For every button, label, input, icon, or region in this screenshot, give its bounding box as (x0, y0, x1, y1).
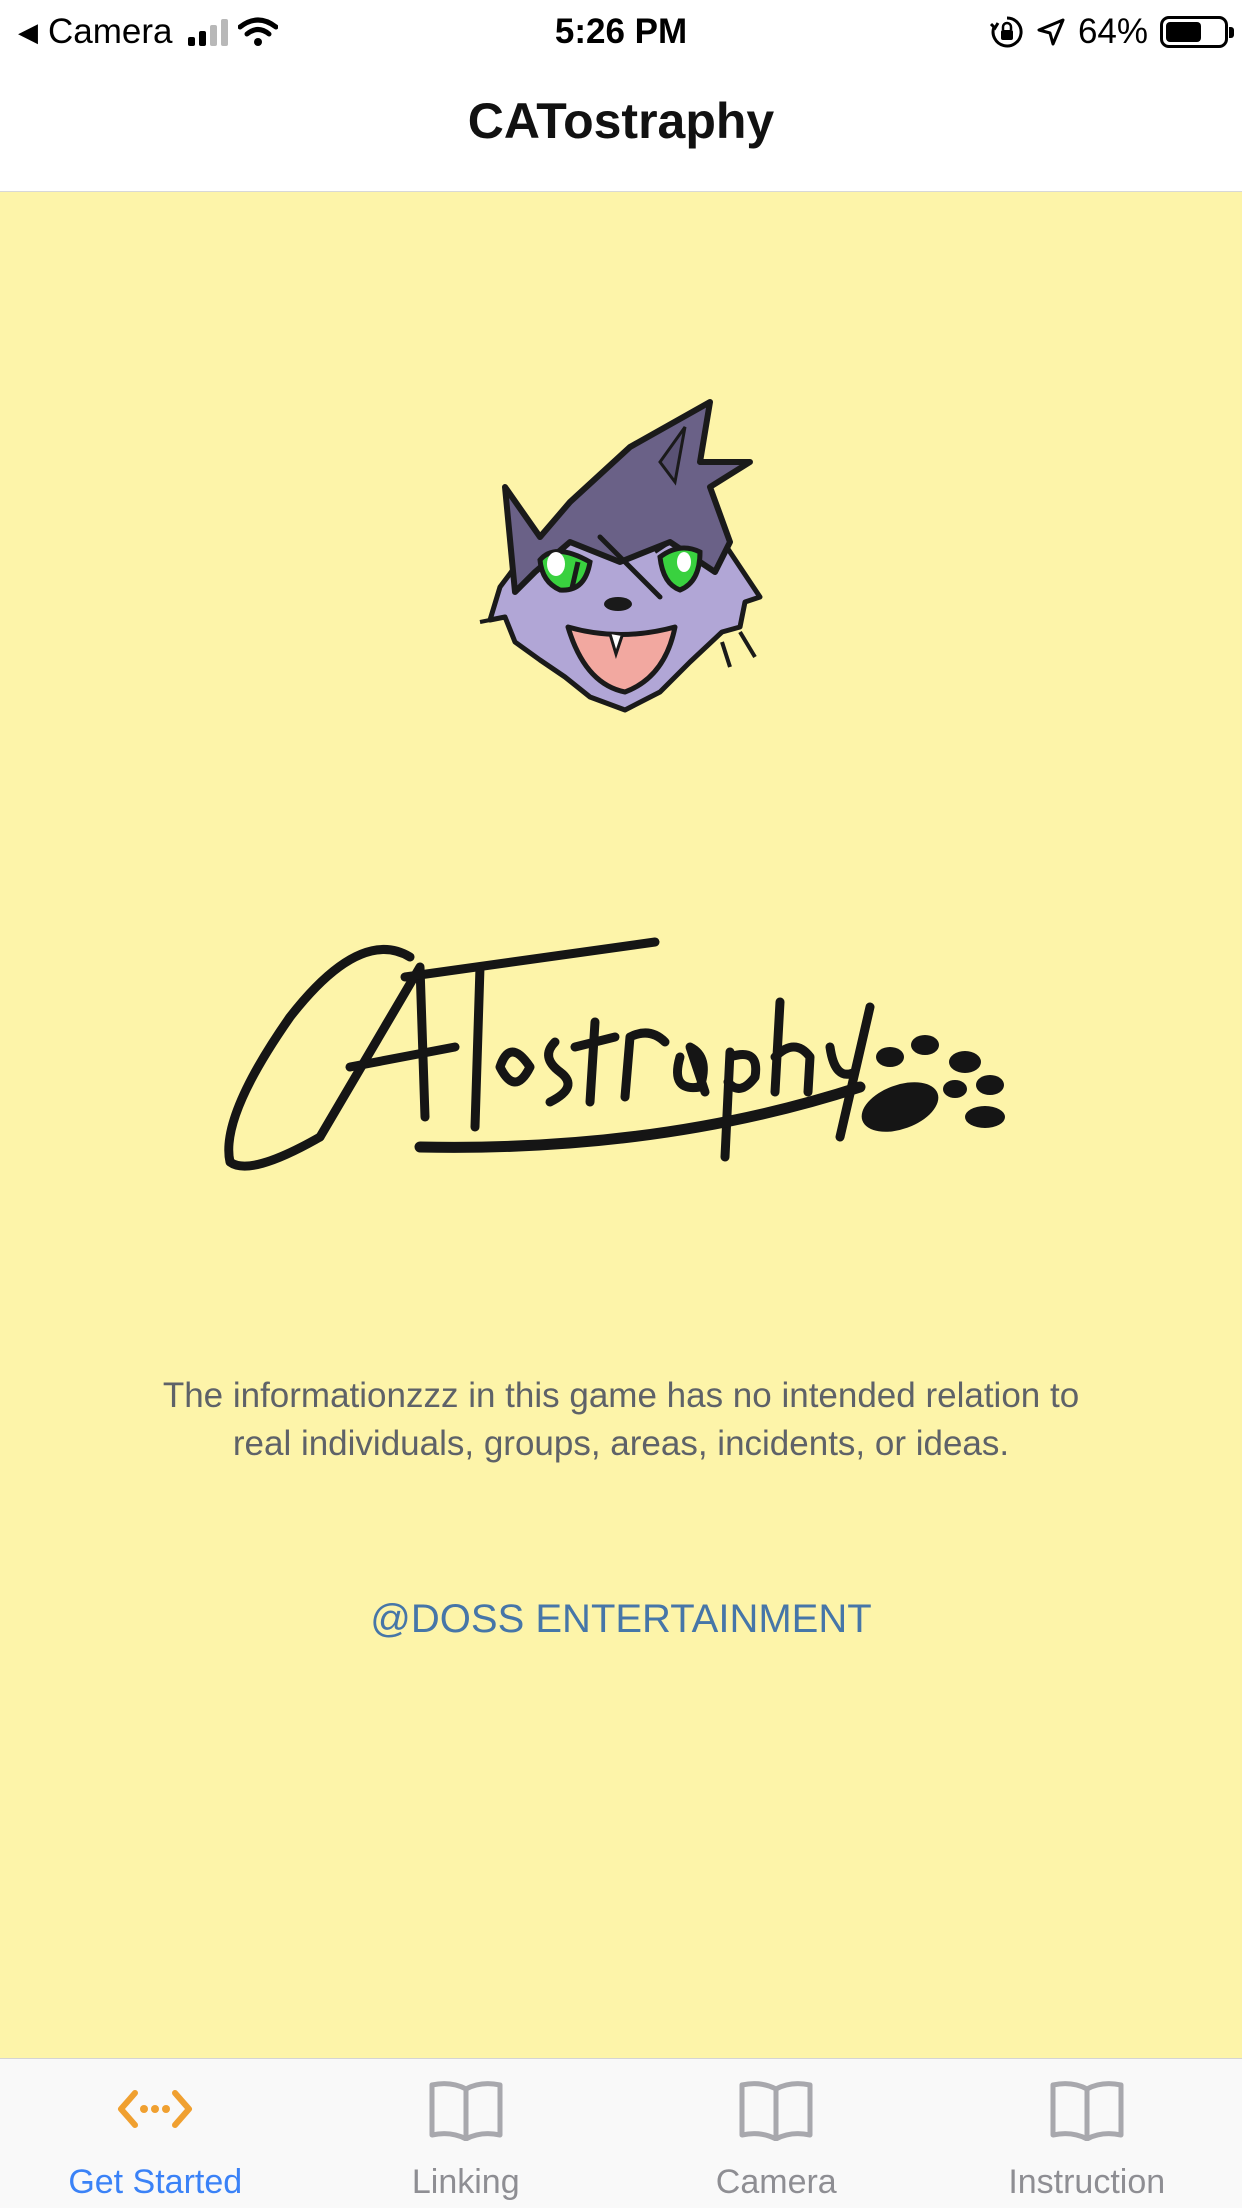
tab-bar: Get Started Linking Camera Instruction (0, 2058, 1242, 2208)
status-bar: ◀ Camera 5:26 PM 64% (0, 0, 1242, 62)
orientation-lock-icon (989, 16, 1023, 48)
tab-linking[interactable]: Linking (311, 2059, 622, 2208)
book-icon (429, 2081, 503, 2141)
book-icon (1050, 2081, 1124, 2141)
credit-link[interactable]: @DOSS ENTERTAINMENT (0, 1597, 1242, 1642)
location-arrow-icon (1037, 18, 1065, 46)
cat-mascot-image (479, 399, 763, 713)
tab-camera[interactable]: Camera (621, 2059, 932, 2208)
tab-get-started[interactable]: Get Started (0, 2059, 311, 2208)
disclaimer-text: The informationzzz in this game has no i… (162, 1376, 1080, 1463)
battery-percent: 64% (1077, 12, 1148, 51)
catostraphy-logo-image (224, 937, 1005, 1171)
main-content: The informationzzz in this game has no i… (0, 192, 1242, 2058)
tab-label: Linking (411, 2163, 520, 2201)
code-arrows-icon (118, 2090, 193, 2128)
tab-label: Camera (715, 2163, 837, 2201)
tab-label: Get Started (68, 2163, 243, 2201)
page-title: CATostraphy (467, 93, 775, 149)
battery-icon (1160, 16, 1234, 48)
navigation-bar: CATostraphy (0, 62, 1242, 192)
tab-label: Instruction (1008, 2163, 1166, 2201)
tab-instruction[interactable]: Instruction (932, 2059, 1242, 2208)
book-icon (739, 2081, 813, 2141)
status-right: 64% (989, 8, 1234, 56)
